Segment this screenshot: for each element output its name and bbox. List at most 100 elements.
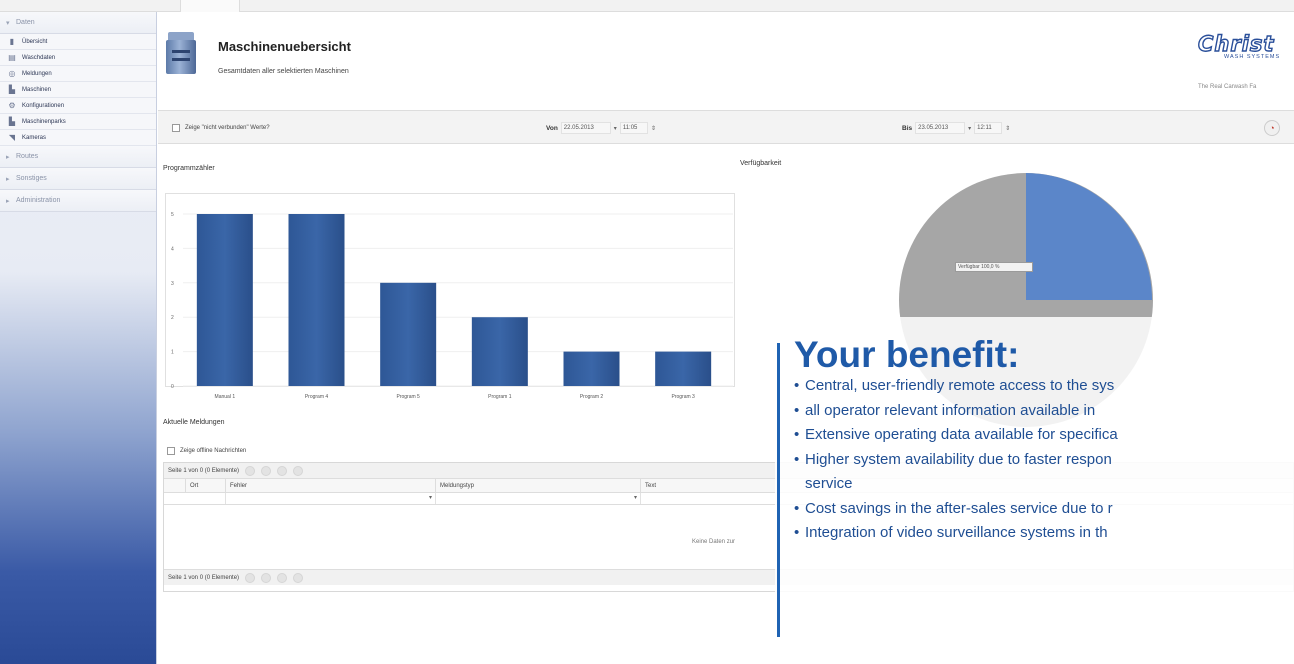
first-page-icon[interactable] (245, 465, 256, 476)
table-icon: ▤ (8, 53, 16, 62)
prev-page-icon[interactable] (261, 465, 272, 476)
bar-program-5[interactable] (380, 282, 437, 386)
sidebar-item-label: Maschinenparks (22, 118, 66, 125)
benefit-item: • Higher system availability due to faste… (794, 448, 1294, 473)
last-page-icon[interactable] (293, 465, 304, 476)
checkbox-box[interactable] (172, 124, 180, 132)
from-time-field[interactable]: 11:05 (619, 122, 648, 134)
benefit-item: • Integration of video surveillance syste… (794, 521, 1294, 546)
sidebar: ▾ Daten ▮ Übersicht ▤ Waschdaten ◎ Meldu… (0, 12, 157, 664)
to-date-field[interactable]: 23.05.2013 (915, 122, 966, 134)
bullet: • (794, 401, 800, 419)
chevron-down-icon[interactable]: ▾ (429, 494, 432, 501)
benefit-text: service (805, 475, 853, 492)
last-page-icon[interactable] (293, 572, 304, 583)
sidebar-group-routes[interactable]: ▸ Routes (0, 146, 156, 168)
filter-spacer (164, 493, 226, 504)
col-fehler[interactable]: Fehler (226, 479, 436, 492)
top-strip (0, 0, 1294, 12)
show-offline-checkbox[interactable]: Zeige offline Nachrichten (167, 447, 246, 455)
chevron-right-icon: ▸ (6, 175, 10, 183)
bar-program-3[interactable] (655, 351, 712, 386)
benefit-list: • Central, user-friendly remote access to… (794, 374, 1294, 546)
bar-program-2[interactable] (563, 351, 620, 386)
col-ort[interactable]: Ort (186, 479, 226, 492)
refresh-icon[interactable]: ◔ (1264, 120, 1280, 136)
next-page-icon[interactable] (277, 572, 288, 583)
bullet: • (794, 499, 800, 517)
sidebar-group-label: Sonstiges (16, 175, 47, 182)
checkbox-label: Zeige "nicht verbunden" Werte? (185, 125, 270, 131)
sidebar-item-label: Übersicht (22, 38, 48, 45)
x-tick-label: Program 4 (305, 394, 329, 400)
meldungstyp-filter[interactable]: ▾ (436, 493, 641, 504)
sidebar-item-waschdaten[interactable]: ▤ Waschdaten (0, 50, 156, 66)
benefit-item-continuation: service (794, 472, 1294, 497)
bullet: • (794, 377, 800, 394)
bar-program-1[interactable] (471, 317, 528, 386)
x-tick-label: Program 1 (488, 394, 512, 400)
machine-icon: ▙ (8, 85, 16, 94)
col-expand (164, 479, 186, 492)
to-label: Bis (902, 124, 913, 132)
no-data-message: Keine Daten zur (692, 539, 736, 545)
benefit-item: • Central, user-friendly remote access to… (794, 374, 1294, 399)
sidebar-item-uebersicht[interactable]: ▮ Übersicht (0, 34, 156, 50)
sidebar-item-maschinen[interactable]: ▙ Maschinen (0, 82, 156, 98)
chevron-down-icon: ▾ (6, 19, 10, 27)
x-tick-label: Manual 1 (215, 394, 236, 400)
prev-page-icon[interactable] (261, 572, 272, 583)
bar-chart-svg: 0 1 2 3 4 5 Manual 1 Program 4 Program 5 Program … (171, 212, 733, 400)
y-tick-label: 4 (171, 246, 174, 252)
bullet: • (794, 450, 800, 468)
sidebar-item-meldungen[interactable]: ◎ Meldungen (0, 66, 156, 82)
pager-text: Seite 1 von 0 (0 Elemente) (168, 574, 240, 581)
sidebar-item-label: Waschdaten (22, 54, 56, 61)
sidebar-group-label: Routes (16, 153, 39, 160)
spinner-icon[interactable]: ⇕ (651, 125, 656, 132)
checkbox-box[interactable] (167, 447, 175, 455)
chevron-down-icon[interactable]: ▾ (968, 125, 971, 132)
sidebar-item-konfigurationen[interactable]: ⚙ Konfigurationen (0, 98, 156, 114)
top-tab[interactable] (180, 0, 240, 12)
next-page-icon[interactable] (277, 465, 288, 476)
machine-icon (166, 32, 196, 74)
from-date-field[interactable]: 22.05.2013 (560, 122, 611, 134)
to-time-field[interactable]: 12:11 (974, 122, 1003, 134)
benefit-overlay: Your benefit: • Central, user-friendly re… (775, 317, 1294, 664)
bullet: • (794, 426, 800, 443)
messages-icon: ◎ (8, 69, 16, 78)
sidebar-item-label: Maschinen (22, 86, 52, 93)
chevron-right-icon: ▸ (6, 197, 10, 205)
chevron-down-icon[interactable]: ▾ (614, 125, 617, 132)
benefit-text: Extensive operating data available for s… (805, 426, 1118, 443)
sidebar-item-kameras[interactable]: ◥ Kameras (0, 130, 156, 146)
pie-data-label: Verfügbar 100,0 % (955, 262, 1033, 272)
bar-manual-1[interactable] (196, 214, 253, 386)
pie-slice-small (1026, 173, 1152, 300)
chart-icon: ▮ (9, 37, 15, 46)
x-tick-label: Program 5 (396, 394, 420, 400)
y-tick-label: 2 (171, 315, 174, 321)
tagline: The Real Carwash Fa (1198, 84, 1257, 90)
sidebar-group-daten[interactable]: ▾ Daten (0, 12, 156, 34)
chevron-down-icon[interactable]: ▾ (634, 494, 637, 501)
sidebar-group-label: Administration (16, 197, 61, 204)
first-page-icon[interactable] (245, 572, 256, 583)
page-title: Maschinenuebersicht (218, 39, 351, 54)
y-tick-label: 5 (171, 212, 174, 218)
x-tick-label: Program 2 (580, 394, 604, 400)
program-counter-chart: 0 1 2 3 4 5 Manual 1 Program 4 Program 5 Program … (165, 193, 735, 403)
sidebar-item-maschinenparks[interactable]: ▙ Maschinenparks (0, 114, 156, 130)
sidebar-group-administration[interactable]: ▸ Administration (0, 190, 156, 212)
spinner-icon[interactable]: ⇕ (1005, 125, 1010, 132)
x-tick-label: Program 3 (671, 394, 695, 400)
logo-wordmark: Christ (1197, 31, 1275, 56)
col-meldungstyp[interactable]: Meldungstyp (436, 479, 641, 492)
sidebar-group-sonstiges[interactable]: ▸ Sonstiges (0, 168, 156, 190)
fehler-filter[interactable]: ▾ (226, 493, 436, 504)
page-header: Maschinenuebersicht Gesamtdaten aller se… (158, 12, 1294, 102)
benefit-text: Cost savings in the after-sales service … (805, 499, 1113, 517)
show-unconnected-checkbox[interactable]: Zeige "nicht verbunden" Werte? (172, 124, 270, 132)
bar-program-4[interactable] (288, 214, 345, 386)
